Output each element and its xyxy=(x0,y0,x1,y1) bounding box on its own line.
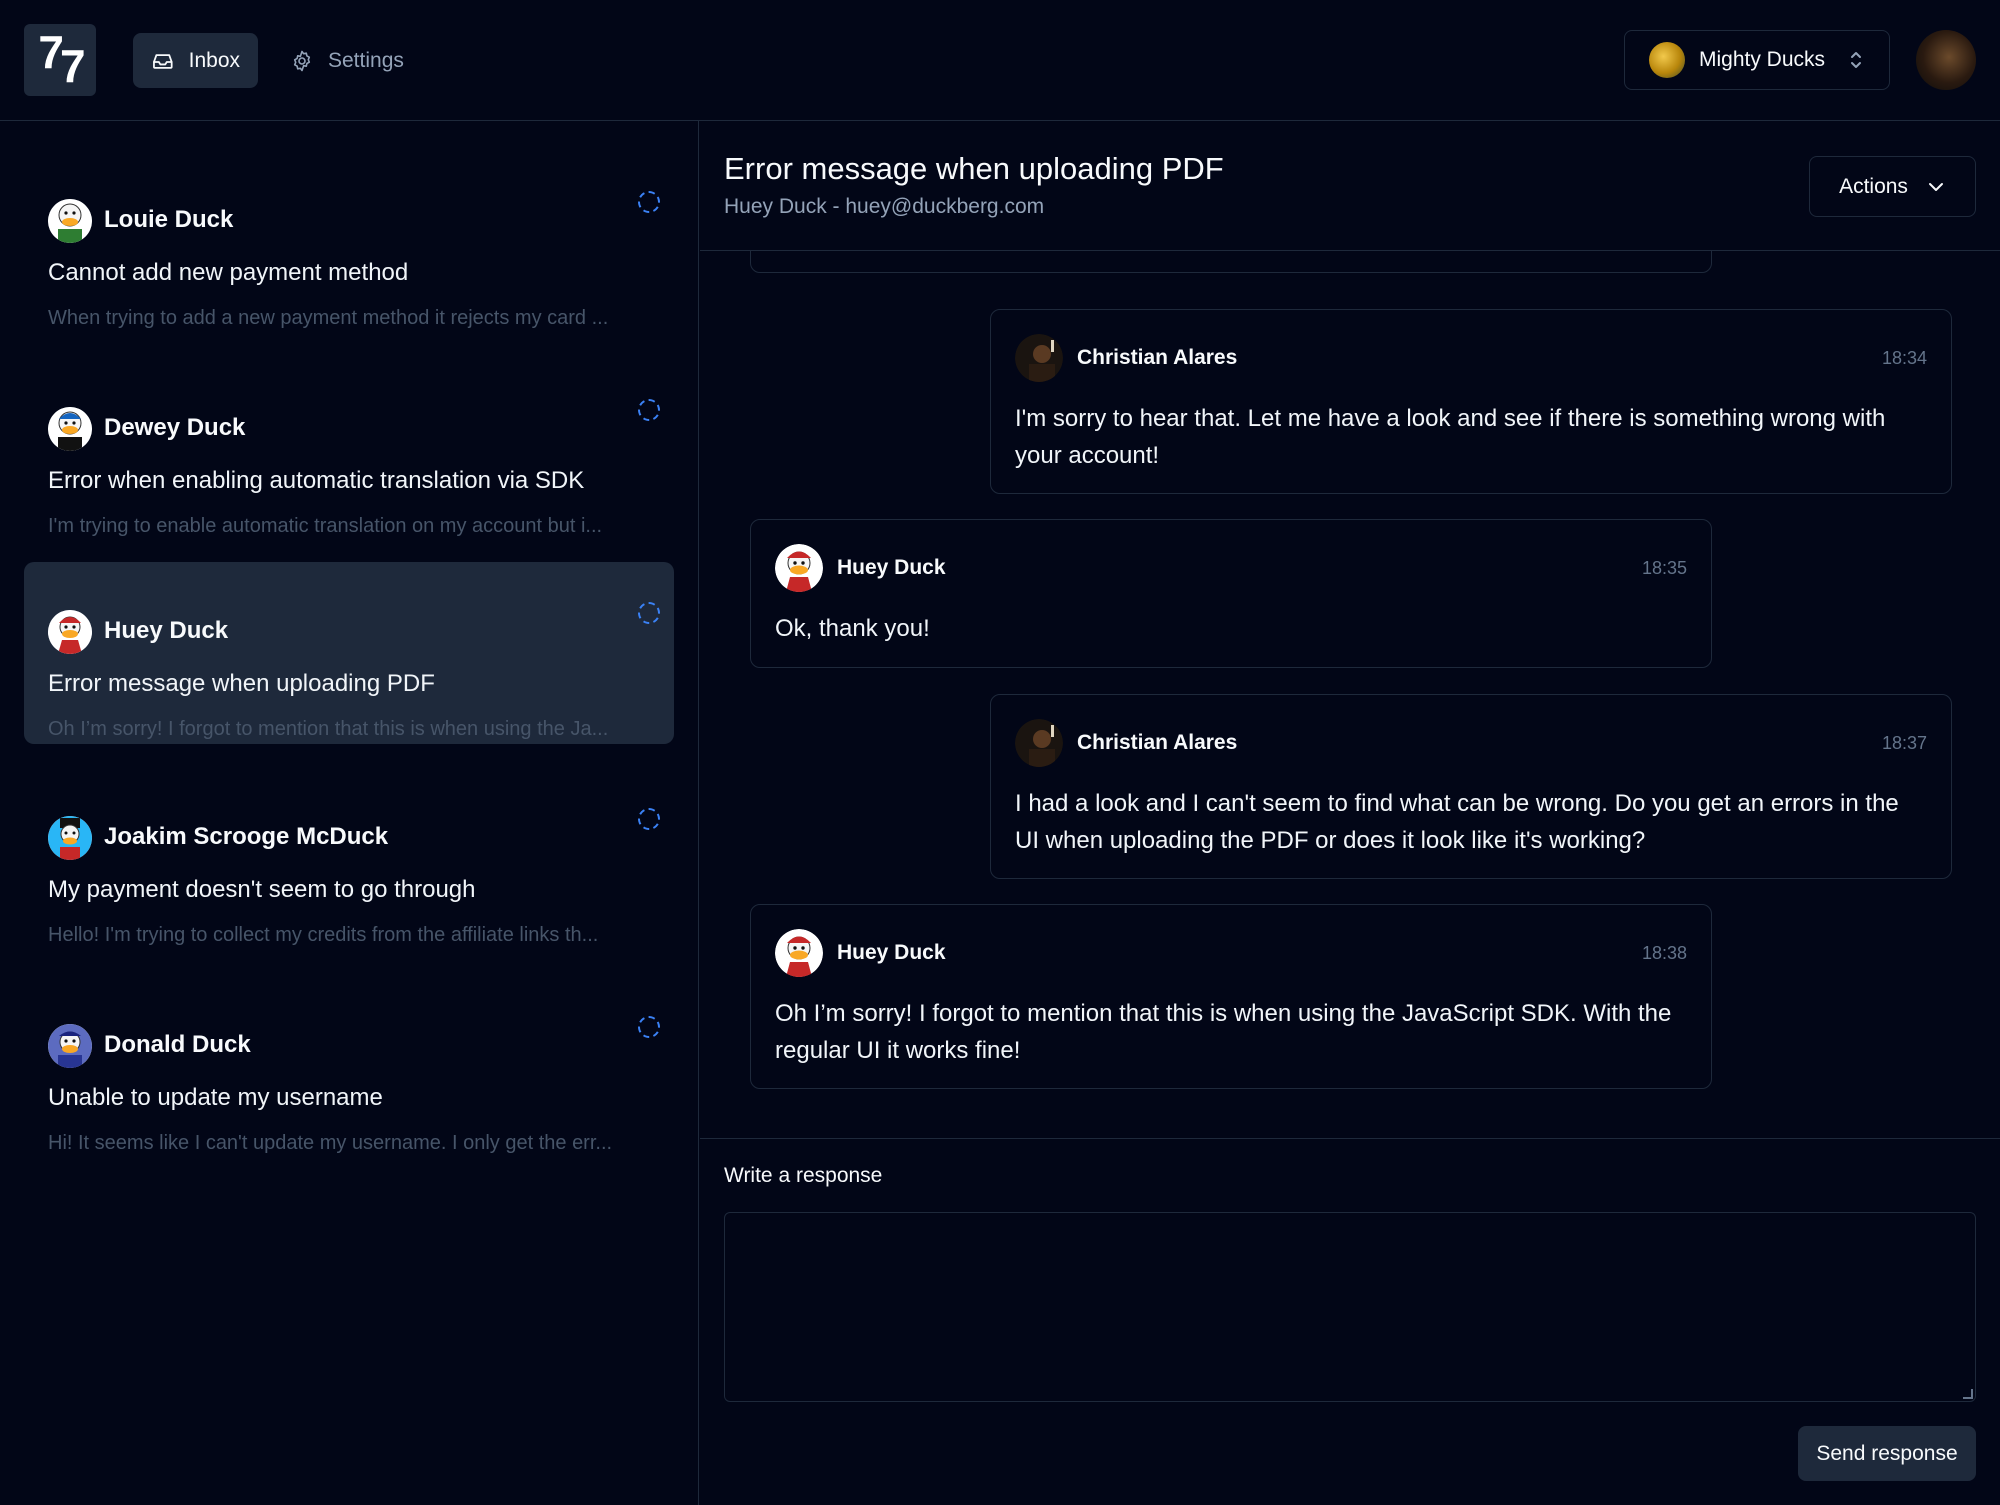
avatar xyxy=(1015,334,1063,382)
chevron-down-icon xyxy=(1928,182,1943,191)
avatar xyxy=(48,407,92,451)
reply-composer: Write a response Send response xyxy=(700,1138,2000,1505)
ticket-subject: Cannot add new payment method xyxy=(48,259,409,286)
status-circle-icon xyxy=(638,808,660,830)
message-body: Oh I’m sorry! I forgot to mention that t… xyxy=(775,1000,1672,1064)
nav-inbox-label: Inbox xyxy=(188,48,240,72)
ticket-item[interactable]: Donald Duck Unable to update my username… xyxy=(24,976,674,1158)
ticket-customer-name: Donald Duck xyxy=(104,1031,251,1058)
send-response-button[interactable]: Send response xyxy=(1798,1426,1976,1481)
response-textarea[interactable] xyxy=(724,1212,1976,1402)
logo-glyph-2: 7 xyxy=(60,40,86,92)
message-author: Christian Alares xyxy=(1077,731,1238,754)
avatar xyxy=(48,199,92,243)
avatar xyxy=(48,1024,92,1068)
conversation-customer: Huey Duck - huey@duckberg.com xyxy=(724,195,1045,218)
ticket-item-selected[interactable]: Huey Duck Error message when uploading P… xyxy=(24,562,674,744)
ticket-preview: Hi! It seems like I can't update my user… xyxy=(48,1132,613,1154)
message-time: 18:38 xyxy=(1641,943,1687,963)
gear-icon xyxy=(293,50,311,71)
message-author: Huey Duck xyxy=(837,941,946,964)
avatar xyxy=(1015,719,1063,767)
message-card: Huey Duck 18:38 Oh I’m sorry! I forgot t… xyxy=(750,904,1712,1089)
ticket-preview: I'm trying to enable automatic translati… xyxy=(48,515,603,537)
message-card: Christian Alares 18:34 I'm sorry to hear… xyxy=(990,309,1952,494)
avatar xyxy=(775,929,823,977)
ticket-subject: My payment doesn't seem to go through xyxy=(48,876,476,903)
avatar xyxy=(775,544,823,592)
ticket-preview: Hello! I'm trying to collect my credits … xyxy=(48,924,599,946)
message-time: 18:34 xyxy=(1881,348,1927,368)
status-circle-icon xyxy=(638,1016,660,1038)
ticket-customer-name: Louie Duck xyxy=(104,206,234,233)
message-author: Christian Alares xyxy=(1077,346,1238,369)
status-circle-icon xyxy=(638,191,660,213)
app-logo[interactable]: 7 7 xyxy=(24,24,96,96)
conversation-panel: Error message when uploading PDF Huey Du… xyxy=(700,121,2000,1505)
ticket-subject: Unable to update my username xyxy=(48,1084,383,1111)
team-name: Mighty Ducks xyxy=(1699,48,1826,71)
ticket-customer-name: Huey Duck xyxy=(104,617,229,644)
avatar xyxy=(48,816,92,860)
message-body: I'm sorry to hear that. Let me have a lo… xyxy=(1015,405,1886,469)
message-card-partial xyxy=(750,251,1712,273)
logo-glyph-1: 7 xyxy=(38,26,64,78)
message-author: Huey Duck xyxy=(837,556,946,579)
avatar xyxy=(48,610,92,654)
ticket-subject: Error when enabling automatic translatio… xyxy=(48,467,585,494)
status-circle-icon xyxy=(638,602,660,624)
ticket-preview: When trying to add a new payment method … xyxy=(48,307,609,329)
message-body: Ok, thank you! xyxy=(775,615,930,642)
actions-label: Actions xyxy=(1839,174,1908,198)
nav-inbox-button[interactable]: Inbox xyxy=(133,33,258,88)
actions-dropdown-button[interactable]: Actions xyxy=(1809,156,1976,217)
message-thread[interactable]: Christian Alares 18:34 I'm sorry to hear… xyxy=(700,251,2000,1131)
page-title: Error message when uploading PDF xyxy=(724,151,1224,186)
ticket-item[interactable]: Dewey Duck Error when enabling automatic… xyxy=(24,359,674,541)
chevron-up-down-icon xyxy=(1851,52,1861,68)
ticket-item[interactable]: Joakim Scrooge McDuck My payment doesn't… xyxy=(24,768,674,950)
team-switcher[interactable]: Mighty Ducks xyxy=(1624,30,1890,90)
resize-handle-icon[interactable] xyxy=(1963,1389,1973,1399)
message-time: 18:37 xyxy=(1881,733,1927,753)
ticket-customer-name: Joakim Scrooge McDuck xyxy=(104,823,389,850)
ticket-preview: Oh I’m sorry! I forgot to mention that t… xyxy=(48,718,609,740)
nav-settings-button[interactable]: Settings xyxy=(272,33,422,88)
ticket-subject: Error message when uploading PDF xyxy=(48,670,435,697)
message-card: Huey Duck 18:35 Ok, thank you! xyxy=(750,519,1712,668)
top-bar: 7 7 Inbox Settings Mighty Ducks xyxy=(0,0,2000,121)
user-avatar[interactable] xyxy=(1916,30,1976,90)
reply-label: Write a response xyxy=(724,1164,883,1187)
conversation-header: Error message when uploading PDF Huey Du… xyxy=(700,121,2000,251)
team-avatar xyxy=(1649,42,1685,78)
inbox-icon xyxy=(153,53,173,69)
status-circle-icon xyxy=(638,399,660,421)
nav-settings-label: Settings xyxy=(328,48,404,72)
message-body: I had a look and I can't seem to find wh… xyxy=(1015,790,1899,854)
ticket-list: Louie Duck Cannot add new payment method… xyxy=(0,121,699,1505)
ticket-customer-name: Dewey Duck xyxy=(104,414,246,441)
message-card: Christian Alares 18:37 I had a look and … xyxy=(990,694,1952,879)
message-time: 18:35 xyxy=(1641,558,1687,578)
ticket-item[interactable]: Louie Duck Cannot add new payment method… xyxy=(24,151,674,333)
